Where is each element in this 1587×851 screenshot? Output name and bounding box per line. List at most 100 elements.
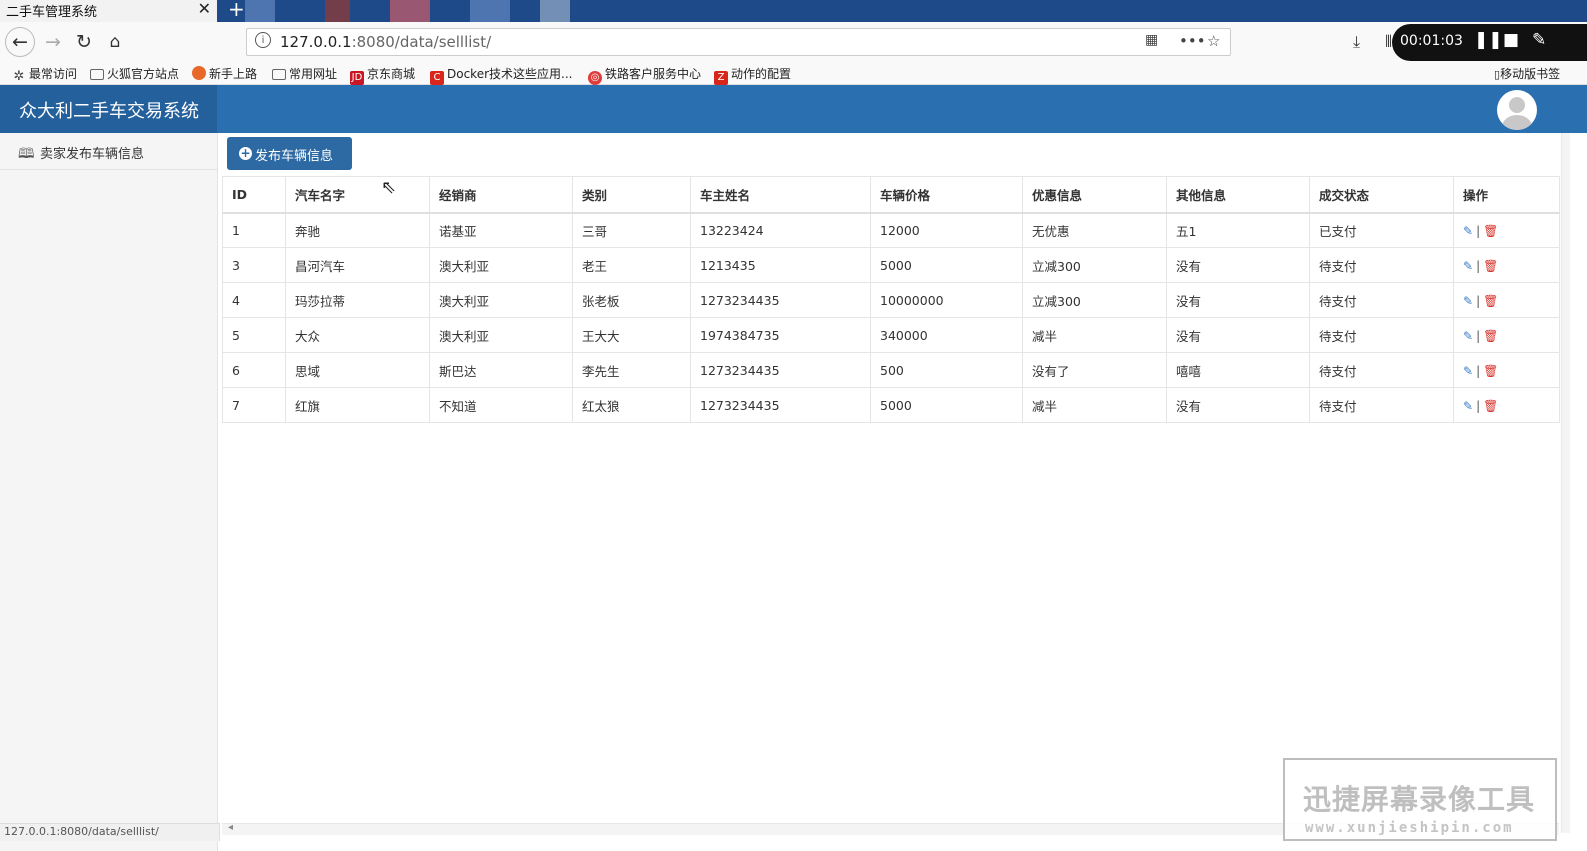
qr-code-icon[interactable]: ▦ [1145,32,1158,48]
site-info-icon[interactable]: i [255,32,271,48]
download-icon[interactable]: ⤓ [1353,32,1360,52]
reload-icon[interactable]: ↻ [71,29,97,55]
tab-close-icon[interactable]: ✕ [198,0,211,18]
action-separator: | [1476,258,1481,273]
table-cell-id: 4 [222,282,286,318]
stop-icon[interactable]: ■ [1503,30,1519,50]
action-separator: | [1476,223,1481,238]
bookmark-item[interactable]: JD 京东商城 [350,65,415,85]
table-cell-discount: 没有了 [1022,352,1167,388]
table-cell-discount: 立减300 [1022,247,1167,283]
vertical-scrollbar[interactable] [1561,133,1570,833]
watermark-title: 迅捷屏幕录像工具 [1303,783,1536,816]
tab-thumbnail [540,0,570,22]
tab-thumbnail [245,0,275,22]
edit-icon[interactable]: ✎ [1463,294,1473,308]
table-cell-owner: 1273234435 [690,352,871,388]
pen-icon[interactable]: ✎ [1532,30,1546,50]
forward-arrow-icon[interactable]: → [40,29,66,55]
table-row: 7 红旗 不知道 红太狼 1273234435 5000 减半 没有 待支付 ✎ | 🗑 [222,387,1560,423]
action-separator: | [1476,328,1481,343]
edit-icon[interactable]: ✎ [1463,399,1473,413]
edit-icon[interactable]: ✎ [1463,259,1473,273]
delete-icon[interactable]: 🗑 [1483,399,1498,413]
avatar[interactable] [1497,90,1537,130]
c-icon: C [430,71,444,85]
delete-icon[interactable]: 🗑 [1483,224,1498,238]
table-cell-dealer: 斯巴达 [429,352,573,388]
table-cell-owner: 1213435 [690,247,871,283]
url-text[interactable]: 127.0.0.1:8080/data/selllist/ [280,33,491,51]
app-header: 众大利二手车交易系统 [0,85,1587,133]
mobile-bookmarks[interactable]: ▯移动版书签 [1494,65,1560,82]
bookmark-item[interactable]: 常用网址 [272,65,337,82]
browser-tab-active[interactable]: 二手车管理系统 ✕ [0,0,217,22]
column-header: 车主姓名 [690,176,871,214]
firefox-icon [192,66,206,80]
new-tab-button[interactable]: + [228,0,245,21]
table-cell-discount: 减半 [1022,387,1167,423]
table-cell-id: 1 [222,212,286,248]
gear-icon: ✲ [13,69,25,84]
bookmark-item[interactable]: 火狐官方站点 [90,65,179,82]
action-separator: | [1476,293,1481,308]
library-icon[interactable]: ⦀ [1385,32,1392,52]
delete-icon[interactable]: 🗑 [1483,294,1498,308]
table-cell-status: 待支付 [1309,387,1454,423]
table-cell-dealer: 澳大利亚 [429,282,573,318]
star-icon[interactable]: ☆ [1207,32,1220,50]
bookmark-label: 铁路客户服务中心 [605,67,702,81]
table-row: 5 大众 澳大利亚 王大大 1974384735 340000 减半 没有 待支付 ✎ | 🗑 [222,317,1560,353]
table-row: 1 奔驰 诺基亚 三哥 13223424 12000 无优惠 五1 已支付 ✎ | 🗑 [222,212,1560,248]
publish-vehicle-button[interactable]: + 发布车辆信息 [227,137,352,170]
home-icon[interactable]: ⌂ [102,29,128,55]
action-separator: | [1476,363,1481,378]
table-cell-actions: ✎ | 🗑 [1453,352,1560,388]
sidebar-item-label: 卖家发布车辆信息 [40,147,145,162]
table-cell-actions: ✎ | 🗑 [1453,247,1560,283]
pause-icon[interactable]: ❚❚ [1474,30,1503,50]
table-cell-status: 待支付 [1309,282,1454,318]
edit-icon[interactable]: ✎ [1463,224,1473,238]
jd-icon: JD [350,71,364,85]
folder-icon [90,69,104,80]
bookmark-label: 常用网址 [289,67,338,81]
more-icon[interactable]: ••• [1179,32,1206,50]
watermark-url: www.xunjieshipin.com [1305,820,1514,836]
delete-icon[interactable]: 🗑 [1483,329,1498,343]
edit-icon[interactable]: ✎ [1463,364,1473,378]
table-cell-id: 3 [222,247,286,283]
column-header: 成交状态 [1309,176,1454,214]
bookmark-item[interactable]: ◎ 铁路客户服务中心 [588,65,701,85]
brand[interactable]: 众大利二手车交易系统 [0,85,217,133]
table-cell-status: 待支付 [1309,247,1454,283]
table-cell-discount: 立减300 [1022,282,1167,318]
scroll-left-icon[interactable]: ◂ [228,822,233,833]
table-cell-price: 340000 [870,317,1023,353]
bookmark-label: 新手上路 [209,67,258,81]
delete-icon[interactable]: 🗑 [1483,364,1498,378]
publish-button-label: 发布车辆信息 [255,149,334,164]
bookmark-item[interactable]: ✲ 最常访问 [12,65,77,84]
table-cell-category: 张老板 [572,282,691,318]
table-cell-other: 没有 [1166,282,1310,318]
delete-icon[interactable]: 🗑 [1483,259,1498,273]
edit-icon[interactable]: ✎ [1463,329,1473,343]
bookmark-label: 火狐官方站点 [107,67,180,81]
back-arrow-icon[interactable]: ← [5,27,35,57]
tab-thumbnail [470,0,510,22]
bookmark-item[interactable]: 新手上路 [192,65,257,82]
sidebar-item-seller-publish[interactable]: 🕮 卖家发布车辆信息 [0,133,217,170]
url-bar[interactable]: i 127.0.0.1:8080/data/selllist/ ▦ ••• ☆ [246,28,1231,56]
table-cell-dealer: 澳大利亚 [429,317,573,353]
browser-navbar: ← → ↻ ⌂ i 127.0.0.1:8080/data/selllist/ … [0,22,1587,62]
bookmark-item[interactable]: C Docker技术这些应用... [430,65,572,85]
column-header: 类别 [572,176,691,214]
avatar-head [1509,97,1525,113]
table-cell-owner: 1273234435 [690,282,871,318]
table-cell-status: 待支付 [1309,317,1454,353]
table-cell-name: 思域 [285,352,430,388]
bookmark-item[interactable]: Z 动作的配置 [714,65,791,85]
recording-toolbar: 00:01:03 ❚❚ ■ ✎ [1392,24,1587,61]
table-cell-category: 李先生 [572,352,691,388]
